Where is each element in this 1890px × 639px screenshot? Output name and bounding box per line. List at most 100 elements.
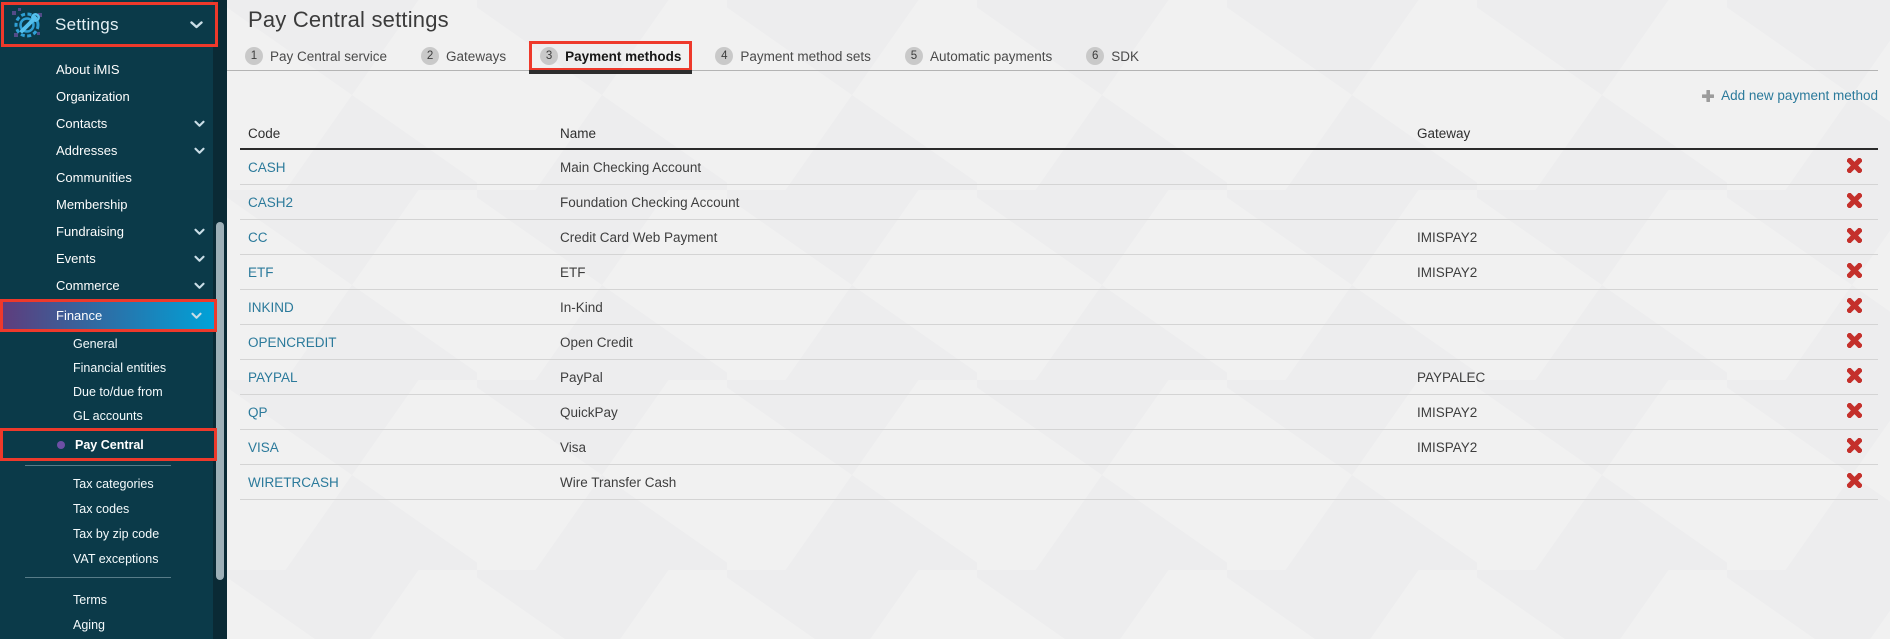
- settings-title: Settings: [55, 15, 119, 35]
- tab-payment-methods[interactable]: 3Payment methods: [529, 41, 692, 71]
- add-new-payment-method-link[interactable]: Add new payment method: [1701, 88, 1878, 103]
- sidebar-item-terms[interactable]: Terms: [0, 587, 227, 612]
- payment-method-code-link[interactable]: QP: [248, 405, 268, 420]
- sidebar-item-about-imis[interactable]: About iMIS: [0, 56, 227, 83]
- payment-method-gateway: [1409, 290, 1814, 325]
- table-row-etf: ETFETFIMISPAY2: [240, 255, 1878, 290]
- payment-method-code-link[interactable]: INKIND: [248, 300, 294, 315]
- table-row-visa: VISA VisaIMISPAY2: [240, 430, 1878, 465]
- sidebar-item-label: GL accounts: [73, 409, 143, 423]
- settings-nav: About iMIS Organization Contacts Addresses C…: [0, 56, 227, 637]
- sidebar-item-aging[interactable]: Aging: [0, 612, 227, 637]
- tab-label: Payment methods: [565, 49, 681, 64]
- payment-method-gateway: IMISPAY2: [1409, 255, 1814, 290]
- sidebar-item-label: Due to/due from: [73, 385, 163, 399]
- plus-icon: [1701, 89, 1715, 103]
- payment-method-name: In-Kind: [552, 290, 1409, 325]
- sidebar-divider: [25, 465, 171, 466]
- tab-number-badge: 1: [245, 47, 263, 65]
- chevron-down-icon: [194, 255, 205, 262]
- sidebar-item-label: About iMIS: [56, 62, 120, 77]
- chevron-down-icon: [194, 147, 205, 154]
- tab-payment-method-sets[interactable]: 4Payment method sets: [704, 41, 882, 71]
- delete-x-icon[interactable]: [1847, 193, 1862, 208]
- tab-label: Payment method sets: [740, 49, 871, 64]
- payment-method-name: Wire Transfer Cash: [552, 465, 1409, 500]
- payment-method-code-link[interactable]: CASH: [248, 160, 286, 175]
- table-header-row: Code Name Gateway: [240, 119, 1878, 149]
- payment-method-gateway: PAYPALEC: [1409, 360, 1814, 395]
- payment-method-name: Credit Card Web Payment: [552, 220, 1409, 255]
- sidebar-item-membership[interactable]: Membership: [0, 191, 227, 218]
- delete-x-icon[interactable]: [1847, 368, 1862, 383]
- table-row-qp: QP QuickPayIMISPAY2: [240, 395, 1878, 430]
- tab-number-badge: 6: [1086, 47, 1104, 65]
- tab-pay-central-service[interactable]: 1 Pay Central service: [234, 41, 398, 71]
- payment-method-name: PayPal: [552, 360, 1409, 395]
- gear-wrench-icon: [10, 7, 46, 43]
- delete-x-icon[interactable]: [1847, 333, 1862, 348]
- sidebar-item-events[interactable]: Events: [0, 245, 227, 272]
- sidebar-item-commerce[interactable]: Commerce: [0, 272, 227, 299]
- sidebar-item-fundraising[interactable]: Fundraising: [0, 218, 227, 245]
- payment-method-name: Visa: [552, 430, 1409, 465]
- sidebar-item-communities[interactable]: Communities: [0, 164, 227, 191]
- payment-method-code-link[interactable]: OPENCREDIT: [248, 335, 337, 350]
- delete-x-icon[interactable]: [1847, 228, 1862, 243]
- payment-method-code-link[interactable]: ETF: [248, 265, 274, 280]
- table-row-opencredit: OPENCREDIT Open Credit: [240, 325, 1878, 360]
- tab-automatic-payments[interactable]: 5Automatic payments: [894, 41, 1063, 71]
- payment-method-code-link[interactable]: CASH2: [248, 195, 293, 210]
- table-row-wiretrcash: WIRETRCASH Wire Transfer Cash: [240, 465, 1878, 500]
- settings-menu-header[interactable]: Settings: [1, 2, 218, 47]
- delete-x-icon[interactable]: [1847, 403, 1862, 418]
- payment-method-gateway: IMISPAY2: [1409, 430, 1814, 465]
- payment-method-code-link[interactable]: VISA: [248, 440, 279, 455]
- payment-method-name: Main Checking Account: [552, 149, 1409, 185]
- delete-x-icon[interactable]: [1847, 263, 1862, 278]
- delete-x-icon[interactable]: [1847, 158, 1862, 173]
- tab-label: Pay Central service: [270, 49, 387, 64]
- chevron-down-icon: [194, 228, 205, 235]
- sidebar-item-label: Addresses: [56, 143, 117, 158]
- delete-x-icon[interactable]: [1847, 298, 1862, 313]
- payment-methods-table: Code Name Gateway CASH Main Checking Acco…: [240, 119, 1878, 500]
- tab-sdk[interactable]: 6SDK: [1075, 41, 1150, 71]
- delete-x-icon[interactable]: [1847, 438, 1862, 453]
- payment-method-gateway: IMISPAY2: [1409, 395, 1814, 430]
- sidebar-item-vat-exceptions[interactable]: VAT exceptions: [0, 546, 227, 571]
- sidebar-item-label: Commerce: [56, 278, 120, 293]
- sidebar-item-addresses[interactable]: Addresses: [0, 137, 227, 164]
- payment-method-code-link[interactable]: PAYPAL: [248, 370, 298, 385]
- payment-method-name: Open Credit: [552, 325, 1409, 360]
- payment-method-gateway: [1409, 185, 1814, 220]
- sidebar-item-contacts[interactable]: Contacts: [0, 110, 227, 137]
- sidebar-item-pay-central[interactable]: Pay Central: [0, 428, 217, 461]
- sidebar-item-tax-categories[interactable]: Tax categories: [0, 471, 227, 496]
- sidebar-item-finance[interactable]: Finance: [0, 299, 217, 332]
- sidebar-item-label: Tax by zip code: [73, 527, 159, 541]
- sidebar-item-tax-by-zip-code[interactable]: Tax by zip code: [0, 521, 227, 546]
- table-row-paypal: PAYPAL PayPalPAYPALEC: [240, 360, 1878, 395]
- tab-bar: 1 Pay Central service 2Gateways 3Payment me…: [234, 41, 1878, 71]
- sidebar-item-label: Terms: [73, 593, 107, 607]
- sidebar-item-gl-accounts[interactable]: GL accounts: [0, 404, 227, 428]
- sidebar-item-label: Communities: [56, 170, 132, 185]
- payment-method-gateway: IMISPAY2: [1409, 220, 1814, 255]
- table-row-cash: CASH Main Checking Account: [240, 149, 1878, 185]
- tab-label: Gateways: [446, 49, 506, 64]
- sidebar-item-financial-entities[interactable]: Financial entities: [0, 356, 227, 380]
- sidebar-item-tax-codes[interactable]: Tax codes: [0, 496, 227, 521]
- payment-method-name: QuickPay: [552, 395, 1409, 430]
- payment-method-code-link[interactable]: CC: [248, 230, 268, 245]
- tax-sublist: Tax categoriesTax codes Tax by zip code VA…: [0, 471, 227, 571]
- payment-method-code-link[interactable]: WIRETRCASH: [248, 475, 339, 490]
- sidebar-item-organization[interactable]: Organization: [0, 83, 227, 110]
- sidebar-item-general[interactable]: General: [0, 332, 227, 356]
- sidebar-item-label: Organization: [56, 89, 130, 104]
- tab-gateways[interactable]: 2Gateways: [410, 41, 517, 71]
- sidebar-item-due-to-due-from[interactable]: Due to/due from: [0, 380, 227, 404]
- sidebar-divider: [25, 577, 171, 578]
- delete-x-icon[interactable]: [1847, 473, 1862, 488]
- chevron-down-icon: [191, 312, 202, 319]
